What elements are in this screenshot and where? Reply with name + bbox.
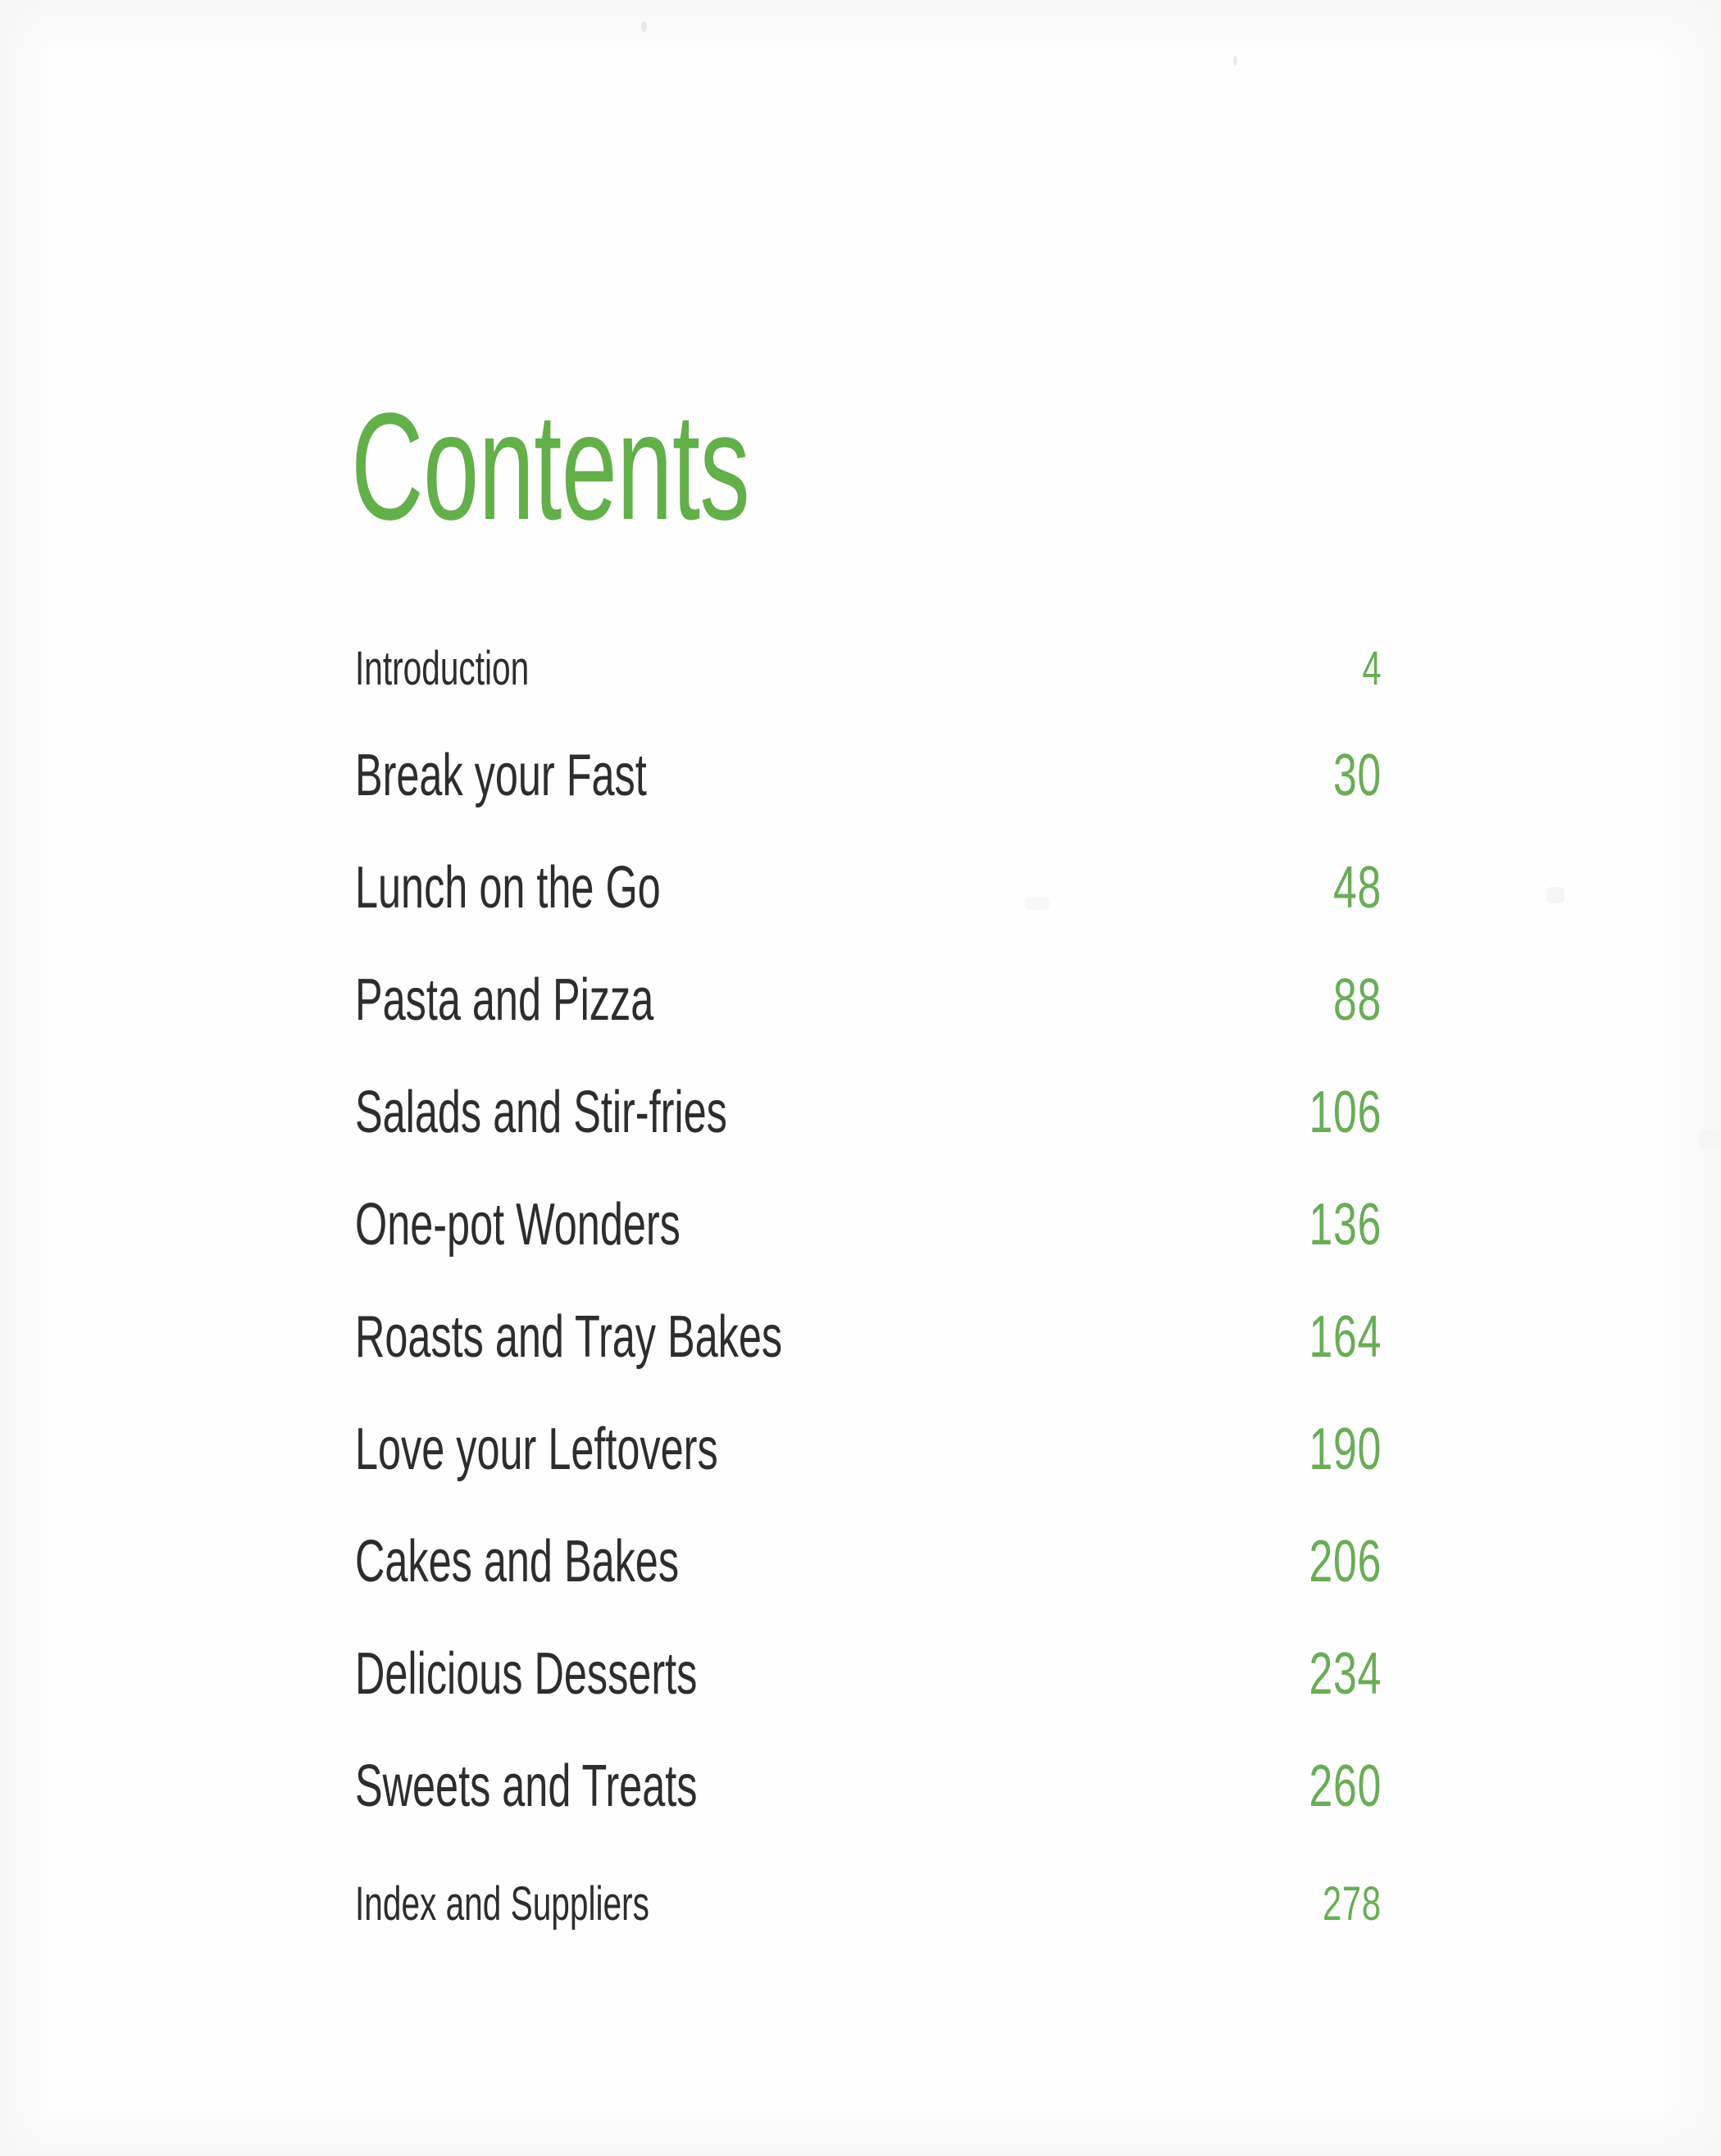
contents-entry-page-number: 190 <box>1309 1417 1382 1482</box>
contents-entry[interactable]: Introduction 4 <box>355 580 1382 693</box>
contents-entry-page-number: 88 <box>1332 967 1382 1033</box>
scan-smudge <box>1546 887 1564 903</box>
contents-entry-page-number: 30 <box>1332 743 1382 808</box>
contents-entry-page-number: 260 <box>1309 1753 1382 1819</box>
contents-entry-page-number: 278 <box>1323 1877 1382 1931</box>
contents-entry[interactable]: Roasts and Tray Bakes 164 <box>355 1254 1382 1367</box>
contents-entry[interactable]: Salads and Stir-fries 106 <box>355 1030 1382 1142</box>
contents-entry-page-number: 234 <box>1309 1641 1382 1707</box>
contents-page: Contents Introduction 4 Break your Fast 30 L… <box>0 0 1721 2156</box>
contents-entry-label: Cakes and Bakes <box>355 1529 680 1594</box>
contents-entry-label: Roasts and Tray Bakes <box>355 1304 783 1370</box>
contents-entry-label: Pasta and Pizza <box>355 967 654 1033</box>
contents-entry[interactable]: One-pot Wonders 136 <box>355 1142 1382 1254</box>
contents-entry-label: Delicious Desserts <box>355 1641 698 1707</box>
contents-entry[interactable]: Index and Suppliers 278 <box>355 1816 1382 1928</box>
page-edge-shading-top <box>0 0 1721 57</box>
contents-entry[interactable]: Love your Leftovers 190 <box>355 1367 1382 1479</box>
contents-list: Introduction 4 Break your Fast 30 Lunch on t… <box>355 580 1382 1928</box>
scan-smudge <box>1699 1130 1720 1149</box>
contents-entry-label: Introduction <box>355 642 530 695</box>
contents-entry-label: Love your Leftovers <box>355 1417 718 1482</box>
page-edge-shading-bottom <box>0 2107 1721 2156</box>
contents-entry-page-number: 206 <box>1309 1529 1382 1594</box>
contents-entry[interactable]: Sweets and Treats 260 <box>355 1703 1382 1816</box>
scan-speck <box>1233 56 1237 66</box>
contents-entry-page-number: 164 <box>1309 1304 1382 1370</box>
contents-entry-label: One-pot Wonders <box>355 1192 681 1258</box>
contents-entry-page-number: 4 <box>1362 642 1382 695</box>
contents-entry[interactable]: Lunch on the Go 48 <box>355 805 1382 917</box>
contents-entry-label: Lunch on the Go <box>355 855 661 921</box>
page-edge-shading-left <box>0 0 49 2156</box>
contents-entry[interactable]: Break your Fast 30 <box>355 693 1382 805</box>
contents-entry-page-number: 106 <box>1309 1080 1382 1145</box>
contents-entry-label: Sweets and Treats <box>355 1753 698 1819</box>
contents-entry-label: Salads and Stir-fries <box>355 1080 727 1145</box>
page-edge-shading-right <box>1655 0 1721 2156</box>
contents-entry[interactable]: Pasta and Pizza 88 <box>355 917 1382 1030</box>
contents-entry-page-number: 48 <box>1332 855 1382 921</box>
contents-entry-label: Break your Fast <box>355 743 647 808</box>
contents-entry-label: Index and Suppliers <box>355 1877 649 1931</box>
contents-entry-page-number: 136 <box>1309 1192 1382 1258</box>
contents-entry[interactable]: Delicious Desserts 234 <box>355 1591 1382 1703</box>
contents-entry[interactable]: Cakes and Bakes 206 <box>355 1479 1382 1591</box>
page-title: Contents <box>351 381 750 552</box>
scan-speck <box>641 21 647 32</box>
